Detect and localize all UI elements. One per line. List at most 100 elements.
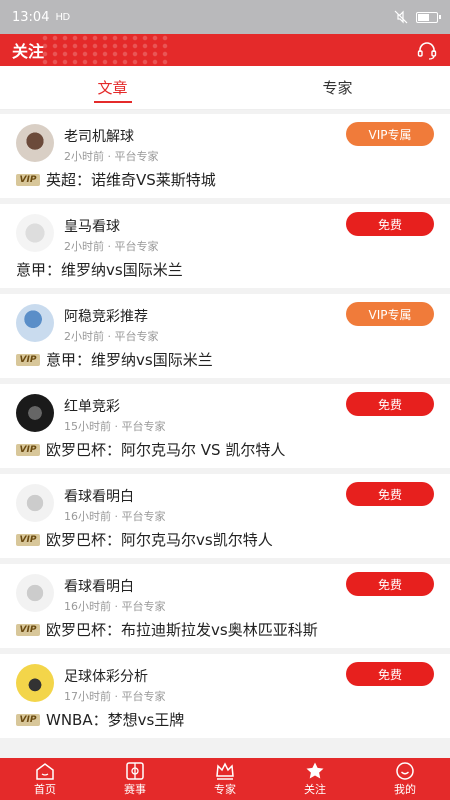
free-badge[interactable]: 免费 (346, 482, 434, 506)
vip-exclusive-badge[interactable]: VIP专属 (346, 122, 434, 146)
article-card[interactable]: 看球看明白 16小时前 · 平台专家 免费 VIP 欧罗巴杯：布拉迪斯拉发vs奥林匹亚科… (0, 564, 450, 648)
post-time: 2小时前 (64, 240, 104, 253)
avatar[interactable] (16, 394, 54, 432)
meta-separator: · (104, 240, 115, 253)
author-name: 看球看明白 (64, 579, 134, 595)
meta-separator: · (104, 150, 115, 163)
post-meta: 2小时前 · 平台专家 (64, 328, 159, 344)
page-title: 关注 (12, 42, 45, 61)
meta-separator: · (104, 330, 115, 343)
post-meta: 15小时前 · 平台专家 (64, 418, 166, 434)
post-time: 17小时前 (64, 690, 111, 703)
meta-separator: · (111, 690, 122, 703)
post-source: 平台专家 (121, 690, 166, 703)
status-time: 13:04 (12, 9, 50, 25)
star-icon (306, 762, 324, 778)
post-time: 16小时前 (64, 600, 111, 613)
article-card[interactable]: 足球体彩分析 17小时前 · 平台专家 免费 VIP WNBA：梦想vs王牌 (0, 654, 450, 738)
article-title: 英超：诺维奇VS莱斯特城 (46, 171, 216, 189)
post-time: 2小时前 (64, 150, 104, 163)
article-title-row[interactable]: VIP 欧罗巴杯：阿尔克马尔vs凯尔特人 (16, 529, 273, 550)
tab-experts[interactable]: 专家 (225, 66, 450, 109)
bottom-nav: 首页 赛事 专家 关注 我的 (0, 758, 450, 800)
nav-follow[interactable]: 关注 (270, 758, 360, 800)
vip-tag: VIP (16, 173, 40, 186)
vip-exclusive-badge[interactable]: VIP专属 (346, 302, 434, 326)
avatar[interactable] (16, 304, 54, 342)
header: 关注 (0, 34, 450, 66)
article-title-row[interactable]: VIP 英超：诺维奇VS莱斯特城 (16, 169, 216, 190)
free-badge[interactable]: 免费 (346, 662, 434, 686)
post-source: 平台专家 (121, 510, 166, 523)
nav-home[interactable]: 首页 (0, 758, 90, 800)
avatar[interactable] (16, 574, 54, 612)
post-time: 15小时前 (64, 420, 111, 433)
home-icon (36, 762, 54, 780)
article-card[interactable]: 阿稳竞彩推荐 2小时前 · 平台专家 VIP专属 VIP 意甲：维罗纳vs国际米兰 (0, 294, 450, 378)
article-card[interactable]: 皇马看球 2小时前 · 平台专家 免费 意甲：维罗纳vs国际米兰 (0, 204, 450, 288)
article-card[interactable]: 看球看明白 16小时前 · 平台专家 免费 VIP 欧罗巴杯：阿尔克马尔vs凯尔特人 (0, 474, 450, 558)
article-title-row[interactable]: VIP WNBA：梦想vs王牌 (16, 709, 184, 730)
nav-label-follow: 关注 (304, 782, 326, 796)
nav-label-home: 首页 (34, 782, 56, 796)
post-source: 平台专家 (114, 150, 159, 163)
meta-separator: · (111, 420, 122, 433)
mute-icon (394, 10, 408, 24)
post-source: 平台专家 (114, 330, 159, 343)
avatar[interactable] (16, 214, 54, 252)
free-badge[interactable]: 免费 (346, 572, 434, 596)
article-title: 欧罗巴杯：布拉迪斯拉发vs奥林匹亚科斯 (46, 621, 318, 639)
nav-matches[interactable]: 赛事 (90, 758, 180, 800)
vip-tag: VIP (16, 623, 40, 636)
article-title: 意甲：维罗纳vs国际米兰 (46, 351, 213, 369)
post-meta: 2小时前 · 平台专家 (64, 148, 159, 164)
author-name: 红单竞彩 (64, 399, 120, 415)
post-meta: 2小时前 · 平台专家 (64, 238, 159, 254)
nav-label-matches: 赛事 (124, 782, 146, 796)
tab-articles[interactable]: 文章 (0, 66, 225, 109)
post-meta: 16小时前 · 平台专家 (64, 598, 166, 614)
nav-experts[interactable]: 专家 (180, 758, 270, 800)
article-title: 欧罗巴杯：阿尔克马尔vs凯尔特人 (46, 531, 273, 549)
article-title-row[interactable]: VIP 欧罗巴杯：阿尔克马尔 VS 凯尔特人 (16, 439, 285, 460)
crown-icon (216, 761, 234, 780)
article-feed: 老司机解球 2小时前 · 平台专家 VIP专属 VIP 英超：诺维奇VS莱斯特城 皇马看球… (0, 114, 450, 758)
article-title-row[interactable]: VIP 意甲：维罗纳vs国际米兰 (16, 349, 213, 370)
tab-bar: 文章 专家 (0, 66, 450, 110)
avatar[interactable] (16, 124, 54, 162)
vip-tag: VIP (16, 533, 40, 546)
vip-tag: VIP (16, 713, 40, 726)
nav-label-experts: 专家 (214, 782, 236, 796)
author-name: 看球看明白 (64, 489, 134, 505)
avatar[interactable] (16, 484, 54, 522)
article-card[interactable]: 老司机解球 2小时前 · 平台专家 VIP专属 VIP 英超：诺维奇VS莱斯特城 (0, 114, 450, 198)
avatar[interactable] (16, 664, 54, 702)
article-title: WNBA：梦想vs王牌 (46, 711, 185, 729)
headset-icon[interactable] (416, 39, 438, 61)
article-title: 欧罗巴杯：阿尔克马尔 VS 凯尔特人 (46, 441, 286, 459)
post-time: 16小时前 (64, 510, 111, 523)
post-source: 平台专家 (121, 420, 166, 433)
nav-profile[interactable]: 我的 (360, 758, 450, 800)
meta-separator: · (111, 600, 122, 613)
vip-tag: VIP (16, 353, 40, 366)
free-badge[interactable]: 免费 (346, 392, 434, 416)
article-title-row[interactable]: VIP 欧罗巴杯：布拉迪斯拉发vs奥林匹亚科斯 (16, 619, 318, 640)
header-pattern (40, 34, 170, 66)
post-time: 2小时前 (64, 330, 104, 343)
post-meta: 16小时前 · 平台专家 (64, 508, 166, 524)
meta-separator: · (111, 510, 122, 523)
nav-label-profile: 我的 (394, 782, 416, 796)
article-title: 意甲：维罗纳vs国际米兰 (16, 261, 183, 279)
status-bar: 13:04 HD (0, 0, 450, 34)
free-badge[interactable]: 免费 (346, 212, 434, 236)
match-icon (126, 761, 144, 780)
post-source: 平台专家 (121, 600, 166, 613)
vip-tag: VIP (16, 443, 40, 456)
article-card[interactable]: 红单竞彩 15小时前 · 平台专家 免费 VIP 欧罗巴杯：阿尔克马尔 VS 凯尔特人 (0, 384, 450, 468)
author-name: 阿稳竞彩推荐 (64, 309, 148, 325)
smile-icon (396, 761, 414, 780)
article-title-row[interactable]: 意甲：维罗纳vs国际米兰 (16, 259, 183, 280)
post-source: 平台专家 (114, 240, 159, 253)
author-name: 足球体彩分析 (64, 669, 148, 685)
